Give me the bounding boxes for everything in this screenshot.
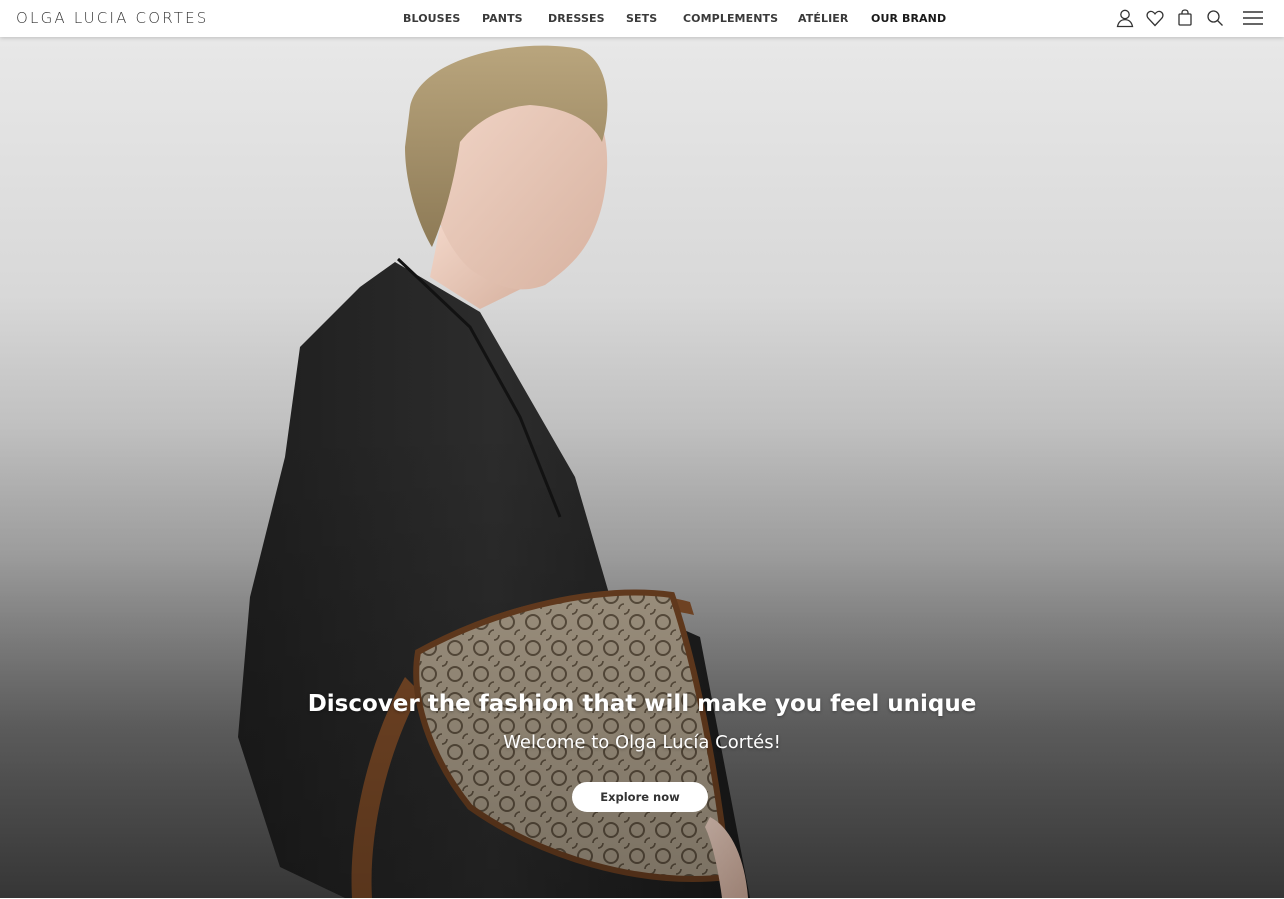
- menu-icon[interactable]: [1242, 7, 1264, 29]
- search-icon[interactable]: [1204, 7, 1226, 29]
- explore-now-button[interactable]: Explore now: [572, 782, 708, 812]
- main-nav: BLOUSES PANTS DRESSES SETS COMPLEMENTS A…: [0, 12, 1284, 26]
- nav-item-dresses[interactable]: DRESSES: [548, 12, 605, 25]
- site-header: OLGA LUCIA CORTES BLOUSES PANTS DRESSES …: [0, 0, 1284, 37]
- nav-item-pants[interactable]: PANTS: [482, 12, 523, 25]
- hero-title: Discover the fashion that will make you …: [307, 691, 977, 717]
- bag-icon[interactable]: [1174, 7, 1196, 29]
- user-icon[interactable]: [1114, 7, 1136, 29]
- hero-subtitle: Welcome to Olga Lucía Cortés!: [503, 732, 781, 753]
- nav-item-sets[interactable]: SETS: [626, 12, 657, 25]
- nav-item-complements[interactable]: COMPLEMENTS: [683, 12, 778, 25]
- hero-overlay: [0, 37, 1284, 898]
- heart-icon[interactable]: [1144, 7, 1166, 29]
- nav-item-our-brand[interactable]: OUR BRAND: [871, 12, 946, 25]
- nav-item-atelier[interactable]: ATÉLIER: [798, 12, 848, 25]
- nav-item-blouses[interactable]: BLOUSES: [403, 12, 460, 25]
- hero-banner: Discover the fashion that will make you …: [0, 37, 1284, 898]
